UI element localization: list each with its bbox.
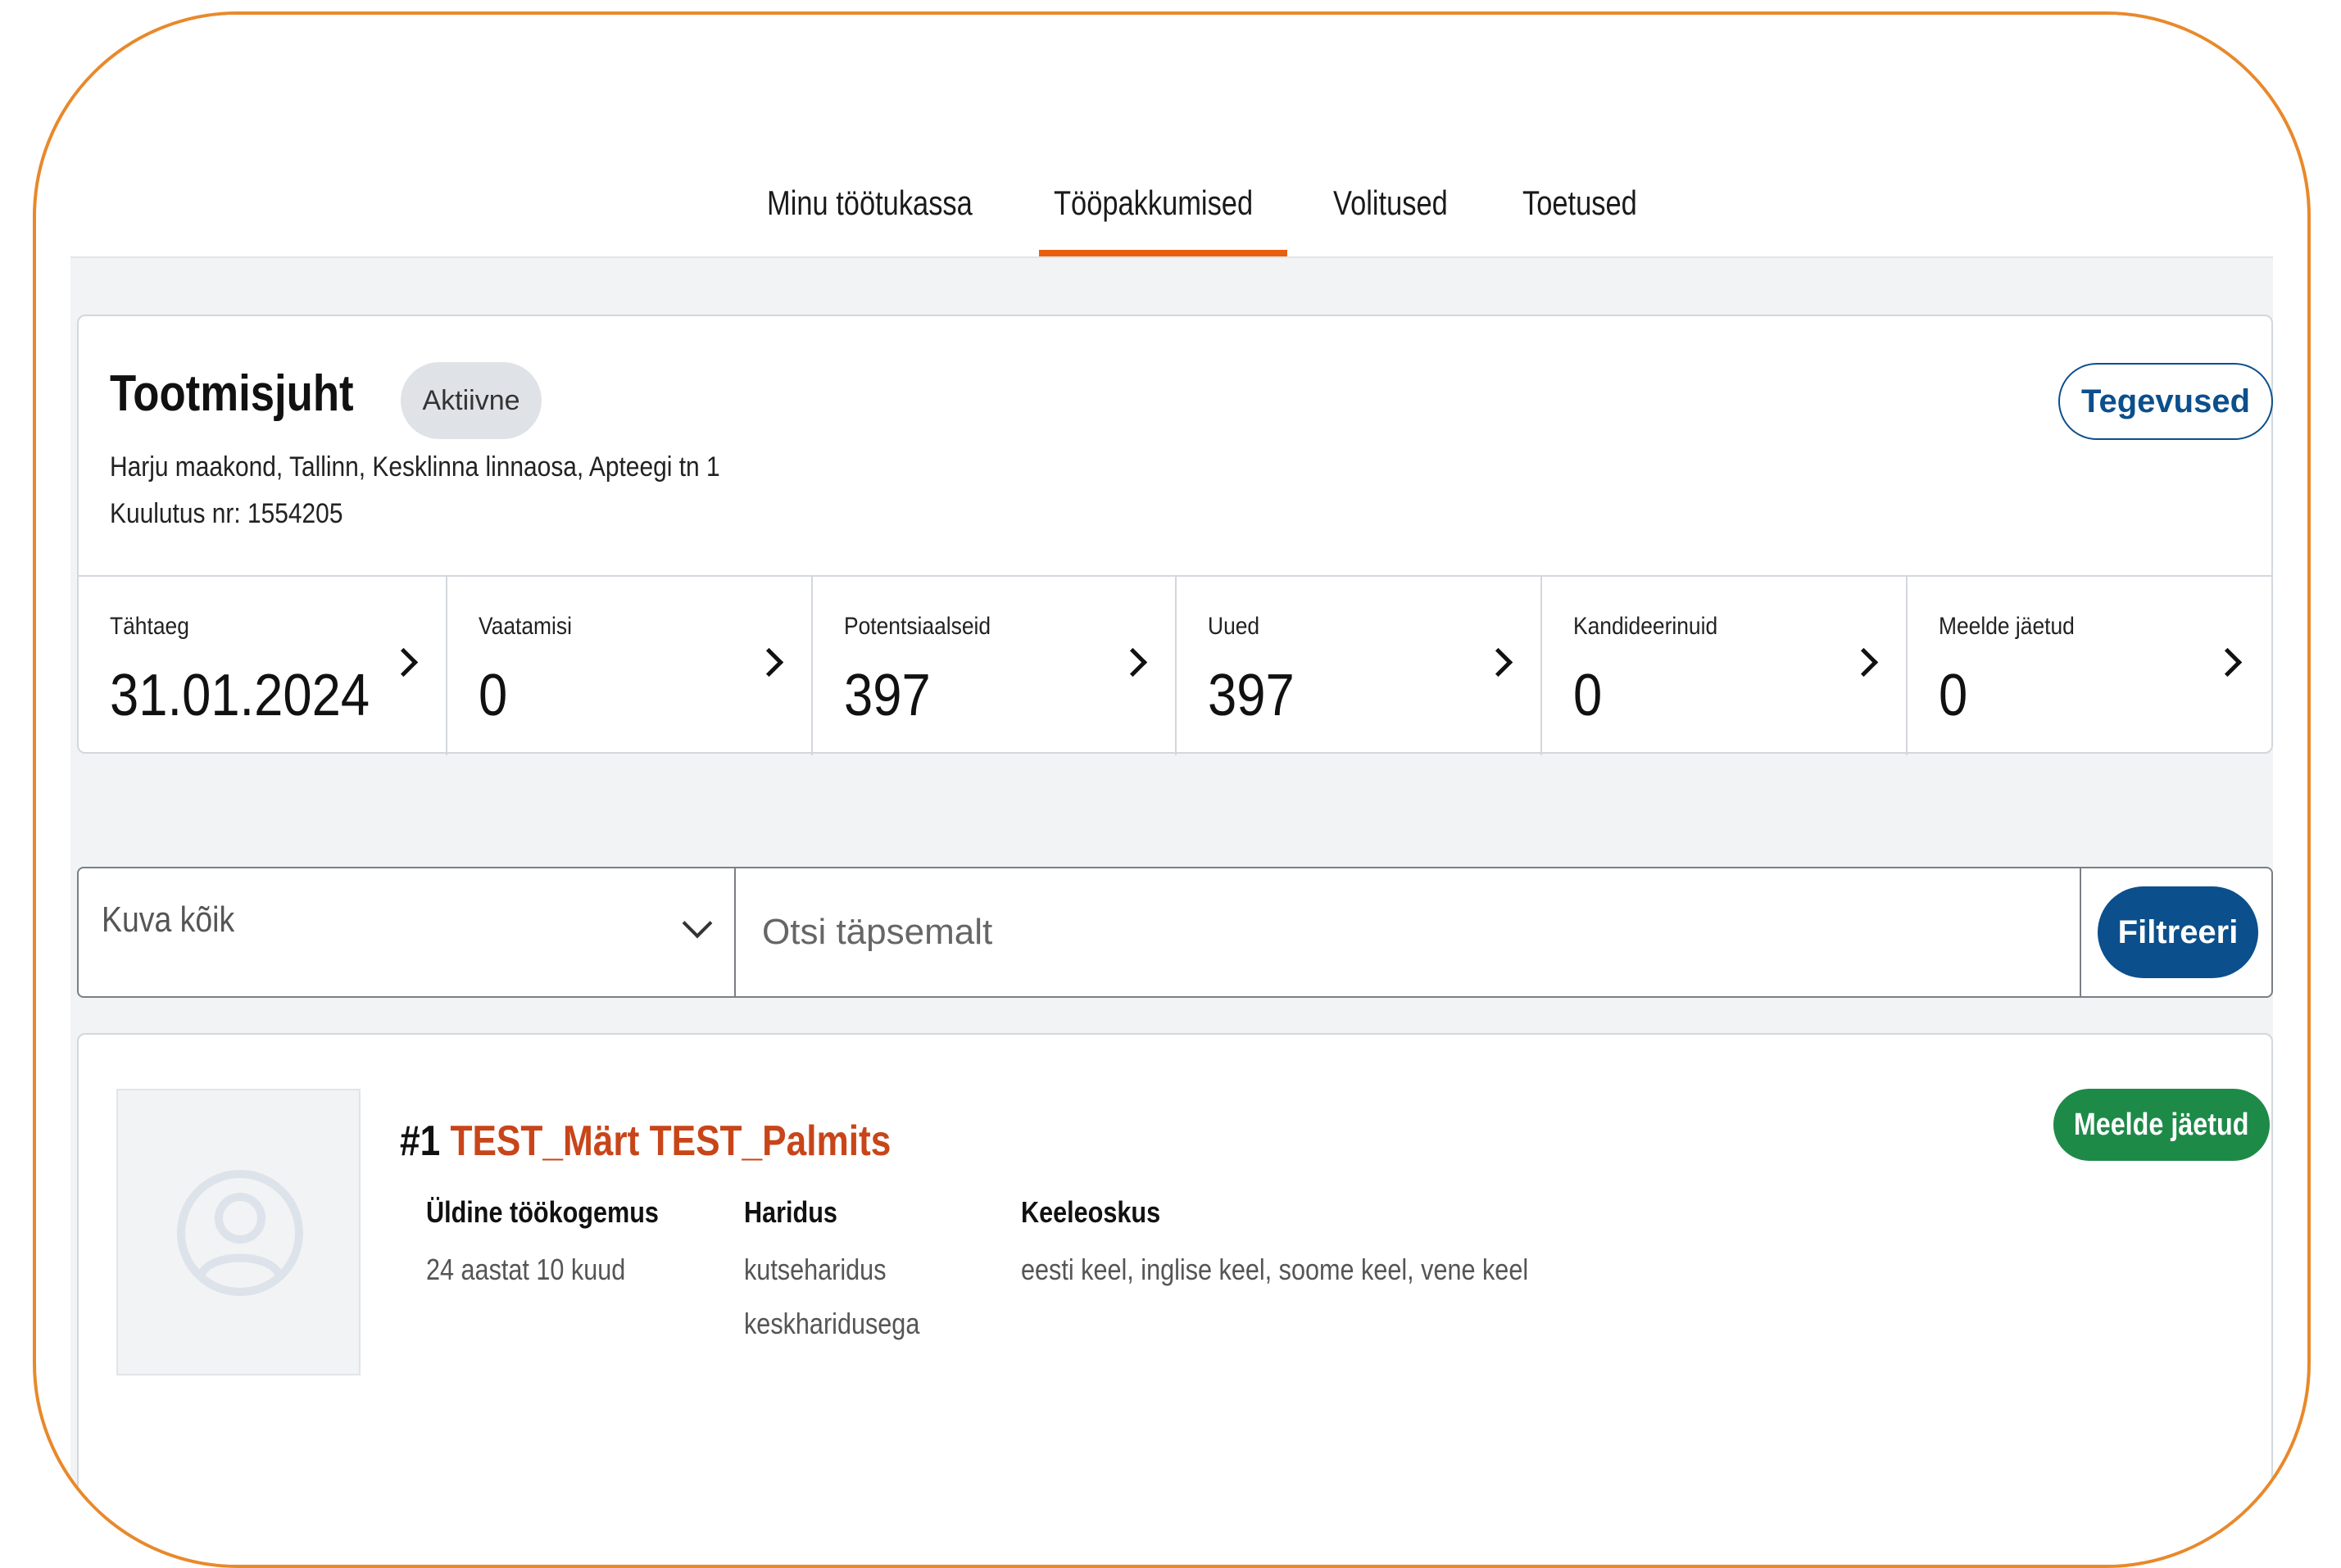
chevron-right-icon [1849, 647, 1879, 678]
education-value: keskharidusega [744, 1307, 920, 1340]
experience-label: Üldine töökogemus [426, 1195, 659, 1229]
candidate-card: #1 TEST_Märt TEST_Palmits Meelde jäetud … [77, 1033, 2273, 1565]
active-tab-indicator [1039, 250, 1287, 256]
education-column: Haridus kutseharidus keskharidusega [744, 1192, 950, 1351]
stat-value: 0 [479, 663, 508, 728]
select-value: Kuva kõik [102, 900, 235, 940]
stat-value: 31.01.2024 [110, 663, 370, 728]
job-address: Harju maakond, Tallinn, Kesklinna linnao… [110, 451, 720, 483]
saved-badge[interactable]: Meelde jäetud [2053, 1089, 2270, 1161]
nav-tab-minu-tootukassa[interactable]: Minu töötukassa [767, 170, 973, 236]
experience-value: 24 aastat 10 kuud [426, 1253, 626, 1286]
page-content: Minu töötukassa Tööpakkumised Volitused … [70, 15, 2273, 1565]
stat-value: 397 [1208, 663, 1295, 728]
chevron-right-icon [754, 647, 784, 678]
candidate-number: #1 [400, 1117, 441, 1165]
stat-applicants[interactable]: Kandideerinuid 0 [1542, 577, 1908, 755]
stat-new[interactable]: Uued 397 [1177, 577, 1542, 755]
top-navigation: Minu töötukassa Tööpakkumised Volitused … [70, 15, 2273, 258]
languages-label: Keeleoskus [1021, 1195, 1161, 1229]
education-label: Haridus [744, 1195, 837, 1229]
chevron-right-icon [388, 647, 419, 678]
job-summary-card: Tootmisjuht Aktiivne Tegevused Harju maa… [77, 315, 2273, 755]
candidate-title: #1 TEST_Märt TEST_Palmits [400, 1117, 891, 1166]
stat-value: 0 [1939, 663, 1968, 728]
job-ad-number: Kuulutus nr: 1554205 [110, 498, 343, 529]
status-badge: Aktiivne [401, 362, 542, 439]
stat-label: Uued [1208, 613, 1260, 640]
stat-potential[interactable]: Potentsiaalseid 397 [813, 577, 1177, 755]
experience-column: Üldine töökogemus 24 aastat 10 kuud [426, 1192, 700, 1297]
candidate-name-link[interactable]: TEST_Märt TEST_Palmits [450, 1117, 891, 1165]
stat-label: Meelde jäetud [1939, 613, 2075, 640]
show-filter-select[interactable]: Kuva kõik [79, 868, 736, 996]
stat-label: Tähtaeg [110, 613, 189, 640]
filter-button[interactable]: Filtreeri [2098, 886, 2258, 978]
nav-tab-toopakkumised[interactable]: Tööpakkumised [1054, 170, 1253, 236]
avatar [116, 1089, 361, 1375]
nav-tab-toetused[interactable]: Toetused [1522, 170, 1637, 236]
languages-column: Keeleoskus eesti keel, inglise keel, soo… [1021, 1192, 1617, 1297]
stats-row: Tähtaeg 31.01.2024 Vaatamisi 0 Potentsia… [79, 575, 2271, 755]
stat-value: 397 [844, 663, 931, 728]
stat-label: Vaatamisi [479, 613, 572, 640]
stat-views[interactable]: Vaatamisi 0 [447, 577, 813, 755]
filter-bar: Kuva kõik Filtreeri [77, 867, 2273, 998]
activities-button[interactable]: Tegevused [2058, 363, 2273, 440]
nav-tab-volitused[interactable]: Volitused [1333, 170, 1448, 236]
search-input[interactable] [737, 868, 2080, 996]
stat-deadline[interactable]: Tähtaeg 31.01.2024 [79, 577, 447, 755]
chevron-right-icon [1483, 647, 1513, 678]
chevron-down-icon [682, 908, 713, 939]
stat-label: Kandideerinuid [1573, 613, 1718, 640]
stat-value: 0 [1573, 663, 1603, 728]
education-value: kutseharidus [744, 1253, 887, 1286]
chevron-right-icon [2212, 647, 2243, 678]
filter-divider [2080, 868, 2081, 996]
languages-value: eesti keel, inglise keel, soome keel, ve… [1021, 1253, 1529, 1286]
chevron-right-icon [1118, 647, 1148, 678]
user-icon [177, 1170, 303, 1296]
stat-label: Potentsiaalseid [844, 613, 991, 640]
job-title: Tootmisjuht [110, 365, 354, 422]
stat-saved[interactable]: Meelde jäetud 0 [1908, 577, 2271, 755]
screenshot-frame: Minu töötukassa Tööpakkumised Volitused … [33, 11, 2311, 1568]
saved-badge-label: Meelde jäetud [2074, 1108, 2249, 1142]
